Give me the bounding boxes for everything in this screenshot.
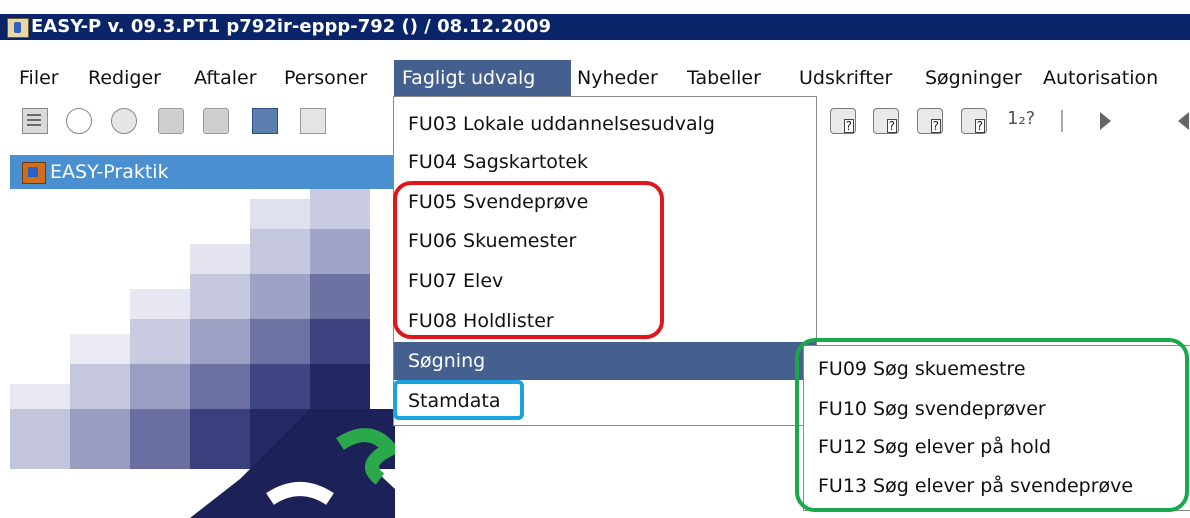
menu-nyheder[interactable]: Nyheder <box>575 60 660 96</box>
menu-bar: Filer Rediger Aftaler Personer Fagligt u… <box>0 60 1190 96</box>
copy-windows-icon[interactable] <box>252 108 278 134</box>
db-query-delete-icon[interactable] <box>917 108 943 134</box>
menu-item-label: FU03 Lokale uddannelsesudvalg <box>408 113 715 135</box>
menu-item-label: Søgning <box>408 350 486 372</box>
db-query-edit-icon[interactable] <box>873 108 899 134</box>
menu-item-fu03[interactable]: FU03 Lokale uddannelsesudvalg <box>394 105 816 143</box>
db-query-run-icon[interactable] <box>961 108 987 134</box>
play-icon[interactable] <box>1100 112 1111 130</box>
menu-item-label: FU04 Sagskartotek <box>408 151 589 173</box>
pixel-logo-graphic <box>10 189 395 518</box>
menu-rediger[interactable]: Rediger <box>86 60 163 96</box>
menu-item-fu04[interactable]: FU04 Sagskartotek <box>394 143 816 181</box>
back-icon[interactable] <box>1178 112 1189 130</box>
title-bar: EASY-P v. 09.3.PT1 p792ir-eppp-792 () / … <box>0 0 1190 40</box>
menu-udskrifter[interactable]: Udskrifter <box>797 60 894 96</box>
menu-fagligt-udvalg[interactable]: Fagligt udvalg <box>394 60 571 96</box>
toolbar-separator <box>1061 110 1063 132</box>
menu-personer[interactable]: Personer <box>282 60 369 96</box>
window-title: EASY-P v. 09.3.PT1 p792ir-eppp-792 () / … <box>31 16 551 37</box>
menu-autorisation[interactable]: Autorisation <box>1041 60 1160 96</box>
frame-title: EASY-Praktik <box>50 161 169 183</box>
sort-icon[interactable]: 1₂? <box>1007 108 1035 129</box>
easy-praktik-frame: EASY-Praktik <box>0 155 395 518</box>
menu-filer[interactable]: Filer <box>17 60 61 96</box>
db-query-icon[interactable] <box>830 108 856 134</box>
frame-title-bar[interactable]: EASY-Praktik <box>10 155 395 189</box>
logo-artwork <box>10 189 395 518</box>
eraser-icon[interactable] <box>66 108 92 134</box>
menu-aftaler[interactable]: Aftaler <box>192 60 259 96</box>
blank-page-icon[interactable] <box>300 108 326 134</box>
highlight-box-red <box>393 181 664 339</box>
note-icon[interactable] <box>111 108 137 134</box>
list-icon[interactable] <box>22 108 48 134</box>
disk-search-icon[interactable] <box>203 108 229 134</box>
java-cup-icon <box>7 18 29 38</box>
menu-sogninger[interactable]: Søgninger <box>923 60 1024 96</box>
easy-praktik-icon <box>22 162 46 184</box>
menu-item-sogning[interactable]: Søgning <box>394 342 816 380</box>
menu-tabeller[interactable]: Tabeller <box>685 60 763 96</box>
disk-icon[interactable] <box>158 108 184 134</box>
highlight-box-green <box>795 338 1189 512</box>
highlight-box-blue <box>393 380 524 420</box>
